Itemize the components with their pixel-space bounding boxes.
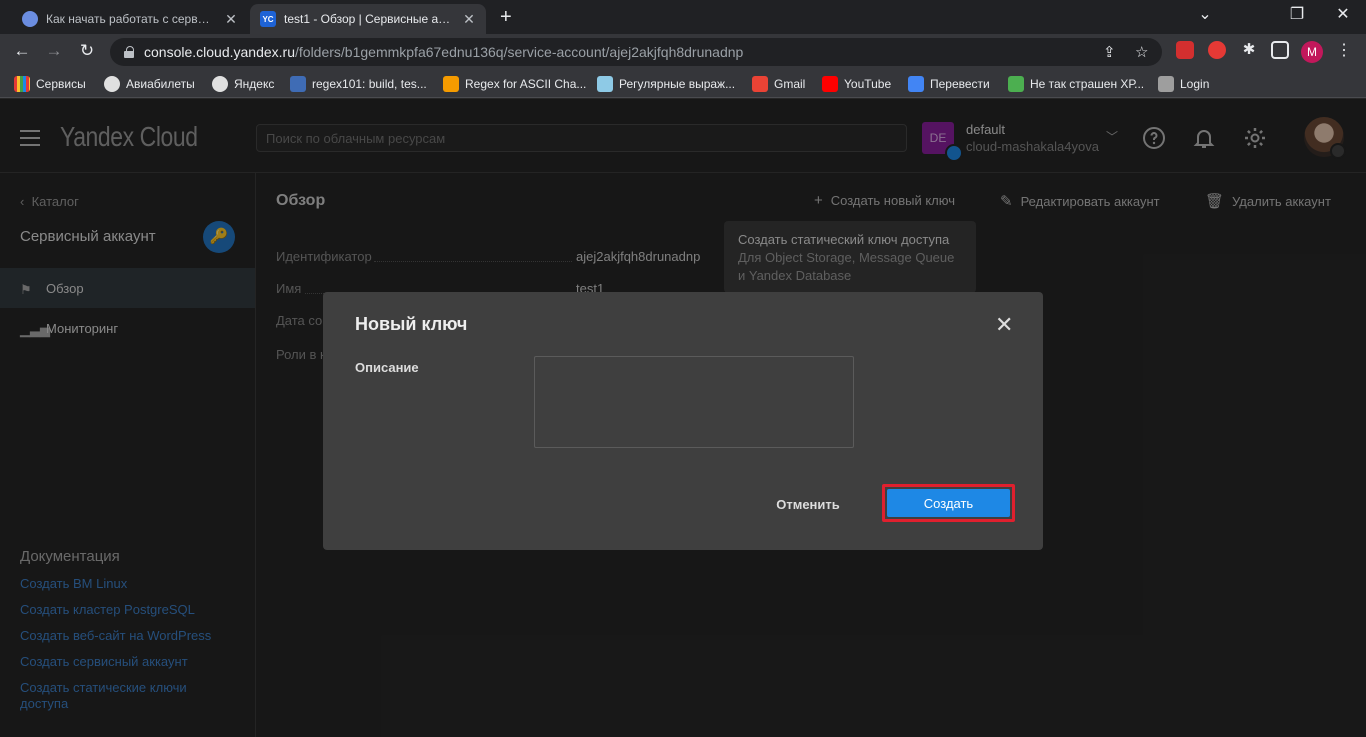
extension-icon-2[interactable] xyxy=(1208,41,1226,59)
tab-favicon-icon xyxy=(22,11,38,27)
url-host: console.cloud.yandex.ru xyxy=(144,44,295,60)
tab-title: test1 - Обзор | Сервисные аккау xyxy=(284,12,454,26)
youtube-icon xyxy=(822,76,838,92)
bookmark-item[interactable]: Сервисы xyxy=(14,76,86,92)
bookmark-label: Login xyxy=(1180,77,1210,91)
description-field[interactable] xyxy=(534,356,854,448)
bookmark-label: Сервисы xyxy=(36,77,86,91)
gmail-icon xyxy=(752,76,768,92)
lock-icon[interactable] xyxy=(124,46,134,58)
cancel-button[interactable]: Отменить xyxy=(763,488,853,520)
url-path: /folders/b1gemmkpfa67ednu136q/service-ac… xyxy=(295,44,744,60)
bookmarks-bar: Сервисы Авиабилеты Яндекс regex101: buil… xyxy=(0,70,1366,98)
browser-tabstrip: Как начать работать с сервисны ✕ YC test… xyxy=(0,0,1366,34)
browser-tab-2[interactable]: YC test1 - Обзор | Сервисные аккау ✕ xyxy=(250,4,486,34)
bookmark-item[interactable]: Регулярные выраж... xyxy=(597,76,735,92)
bookmark-star-icon[interactable]: ☆ xyxy=(1135,43,1148,61)
yc-favicon-icon: YC xyxy=(260,11,276,27)
bookmark-item[interactable]: Перевести xyxy=(908,76,990,92)
side-panel-icon[interactable] xyxy=(1271,41,1289,59)
forward-button[interactable]: → xyxy=(43,41,65,61)
reload-button[interactable]: ↻ xyxy=(76,41,98,61)
bookmark-label: Перевести xyxy=(930,77,990,91)
extension-icon-1[interactable] xyxy=(1176,41,1194,59)
browser-tab-1[interactable]: Как начать работать с сервисны ✕ xyxy=(12,4,248,34)
bookmark-label: Gmail xyxy=(774,77,806,91)
apps-grid-icon xyxy=(14,76,30,92)
regex-icon xyxy=(443,76,459,92)
chrome-menu-icon[interactable]: ⋮ xyxy=(1336,40,1352,60)
mail-icon xyxy=(1158,76,1174,92)
tab-close-icon[interactable]: ✕ xyxy=(224,11,238,28)
create-button-highlight: Создать xyxy=(882,484,1015,522)
create-button[interactable]: Создать xyxy=(887,489,1010,517)
bookmark-item[interactable]: Gmail xyxy=(752,76,805,92)
tab-title: Как начать работать с сервисны xyxy=(46,12,216,26)
bookmark-label: Авиабилеты xyxy=(126,77,195,91)
close-icon[interactable]: ✕ xyxy=(995,312,1013,338)
bookmark-label: Яндекс xyxy=(234,77,275,91)
new-key-dialog: Новый ключ ✕ Описание Отменить Создать xyxy=(323,292,1043,550)
window-close-button[interactable]: ✕ xyxy=(1320,4,1366,24)
minimize-button[interactable]: ⌄ xyxy=(1182,4,1228,24)
bookmark-item[interactable]: Login xyxy=(1158,76,1209,92)
translate-icon xyxy=(908,76,924,92)
globe-icon xyxy=(212,76,228,92)
globe-icon xyxy=(104,76,120,92)
back-button[interactable]: ← xyxy=(11,41,33,61)
share-icon[interactable]: ⇪ xyxy=(1103,43,1116,61)
bookmark-label: Регулярные выраж... xyxy=(619,77,736,91)
regex101-icon xyxy=(290,76,306,92)
bookmark-item[interactable]: Не так страшен ХР... xyxy=(1008,76,1144,92)
bookmark-label: regex101: build, tes... xyxy=(312,77,427,91)
restore-button[interactable]: ❐ xyxy=(1274,4,1320,24)
bookmark-item[interactable]: regex101: build, tes... xyxy=(290,76,427,92)
new-tab-button[interactable]: + xyxy=(500,6,512,29)
tree-icon xyxy=(1008,76,1024,92)
bookmark-item[interactable]: Яндекс xyxy=(212,76,274,92)
description-label: Описание xyxy=(355,360,419,375)
bookmark-item[interactable]: Авиабилеты xyxy=(104,76,195,92)
bookmark-item[interactable]: Regex for ASCII Cha... xyxy=(443,76,586,92)
browser-toolbar: ← → ↻ console.cloud.yandex.ru/folders/b1… xyxy=(0,34,1366,70)
star-burst-icon xyxy=(597,76,613,92)
bookmark-item[interactable]: YouTube xyxy=(822,76,891,92)
puzzle-icon[interactable]: ✱ xyxy=(1240,41,1258,59)
bookmark-label: YouTube xyxy=(844,77,892,91)
tab-close-icon[interactable]: ✕ xyxy=(462,11,476,28)
address-bar[interactable]: console.cloud.yandex.ru/folders/b1gemmkp… xyxy=(110,38,1162,66)
bookmark-label: Не так страшен ХР... xyxy=(1030,77,1145,91)
profile-avatar[interactable]: M xyxy=(1301,41,1323,63)
bookmark-label: Regex for ASCII Cha... xyxy=(465,77,587,91)
dialog-title: Новый ключ xyxy=(355,314,468,334)
